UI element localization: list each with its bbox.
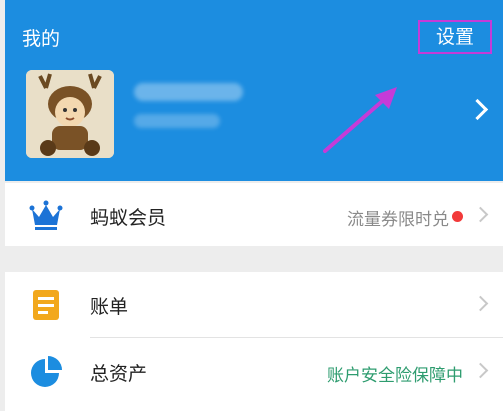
list-item-total-assets[interactable]: 总资产 账户安全险保障中	[5, 339, 503, 404]
promo-text: 流量券限时兑	[347, 210, 449, 230]
security-status-text: 账户安全险保障中	[327, 366, 463, 386]
bill-icon	[33, 290, 59, 320]
avatar	[26, 70, 114, 158]
profile-header: 我的 设置	[5, 0, 503, 181]
pie-chart-icon	[31, 356, 62, 387]
profile-entry[interactable]	[5, 66, 503, 164]
list-item-label: 蚂蚁会员	[90, 207, 167, 229]
divider	[90, 337, 503, 338]
account-id-blurred	[134, 114, 220, 128]
crown-icon	[29, 200, 63, 230]
page-title: 我的	[22, 28, 61, 50]
list-item-label: 账单	[90, 296, 129, 318]
list-item-ant-member[interactable]: 蚂蚁会员 流量券限时兑	[5, 183, 503, 248]
finance-card: 账单 总资产 账户安全险保障中	[5, 272, 503, 411]
notification-dot	[452, 211, 463, 222]
list-item-bill[interactable]: 账单	[5, 272, 503, 337]
settings-button[interactable]: 设置	[418, 20, 492, 54]
list-item-label: 总资产	[90, 363, 148, 385]
annotation-arrow-icon	[323, 87, 397, 153]
chevron-right-icon	[466, 98, 489, 121]
member-card: 蚂蚁会员 流量券限时兑	[5, 183, 503, 246]
chevron-right-icon	[472, 206, 489, 223]
chevron-right-icon	[472, 295, 489, 312]
username-blurred	[134, 83, 243, 101]
chevron-right-icon	[472, 362, 489, 379]
